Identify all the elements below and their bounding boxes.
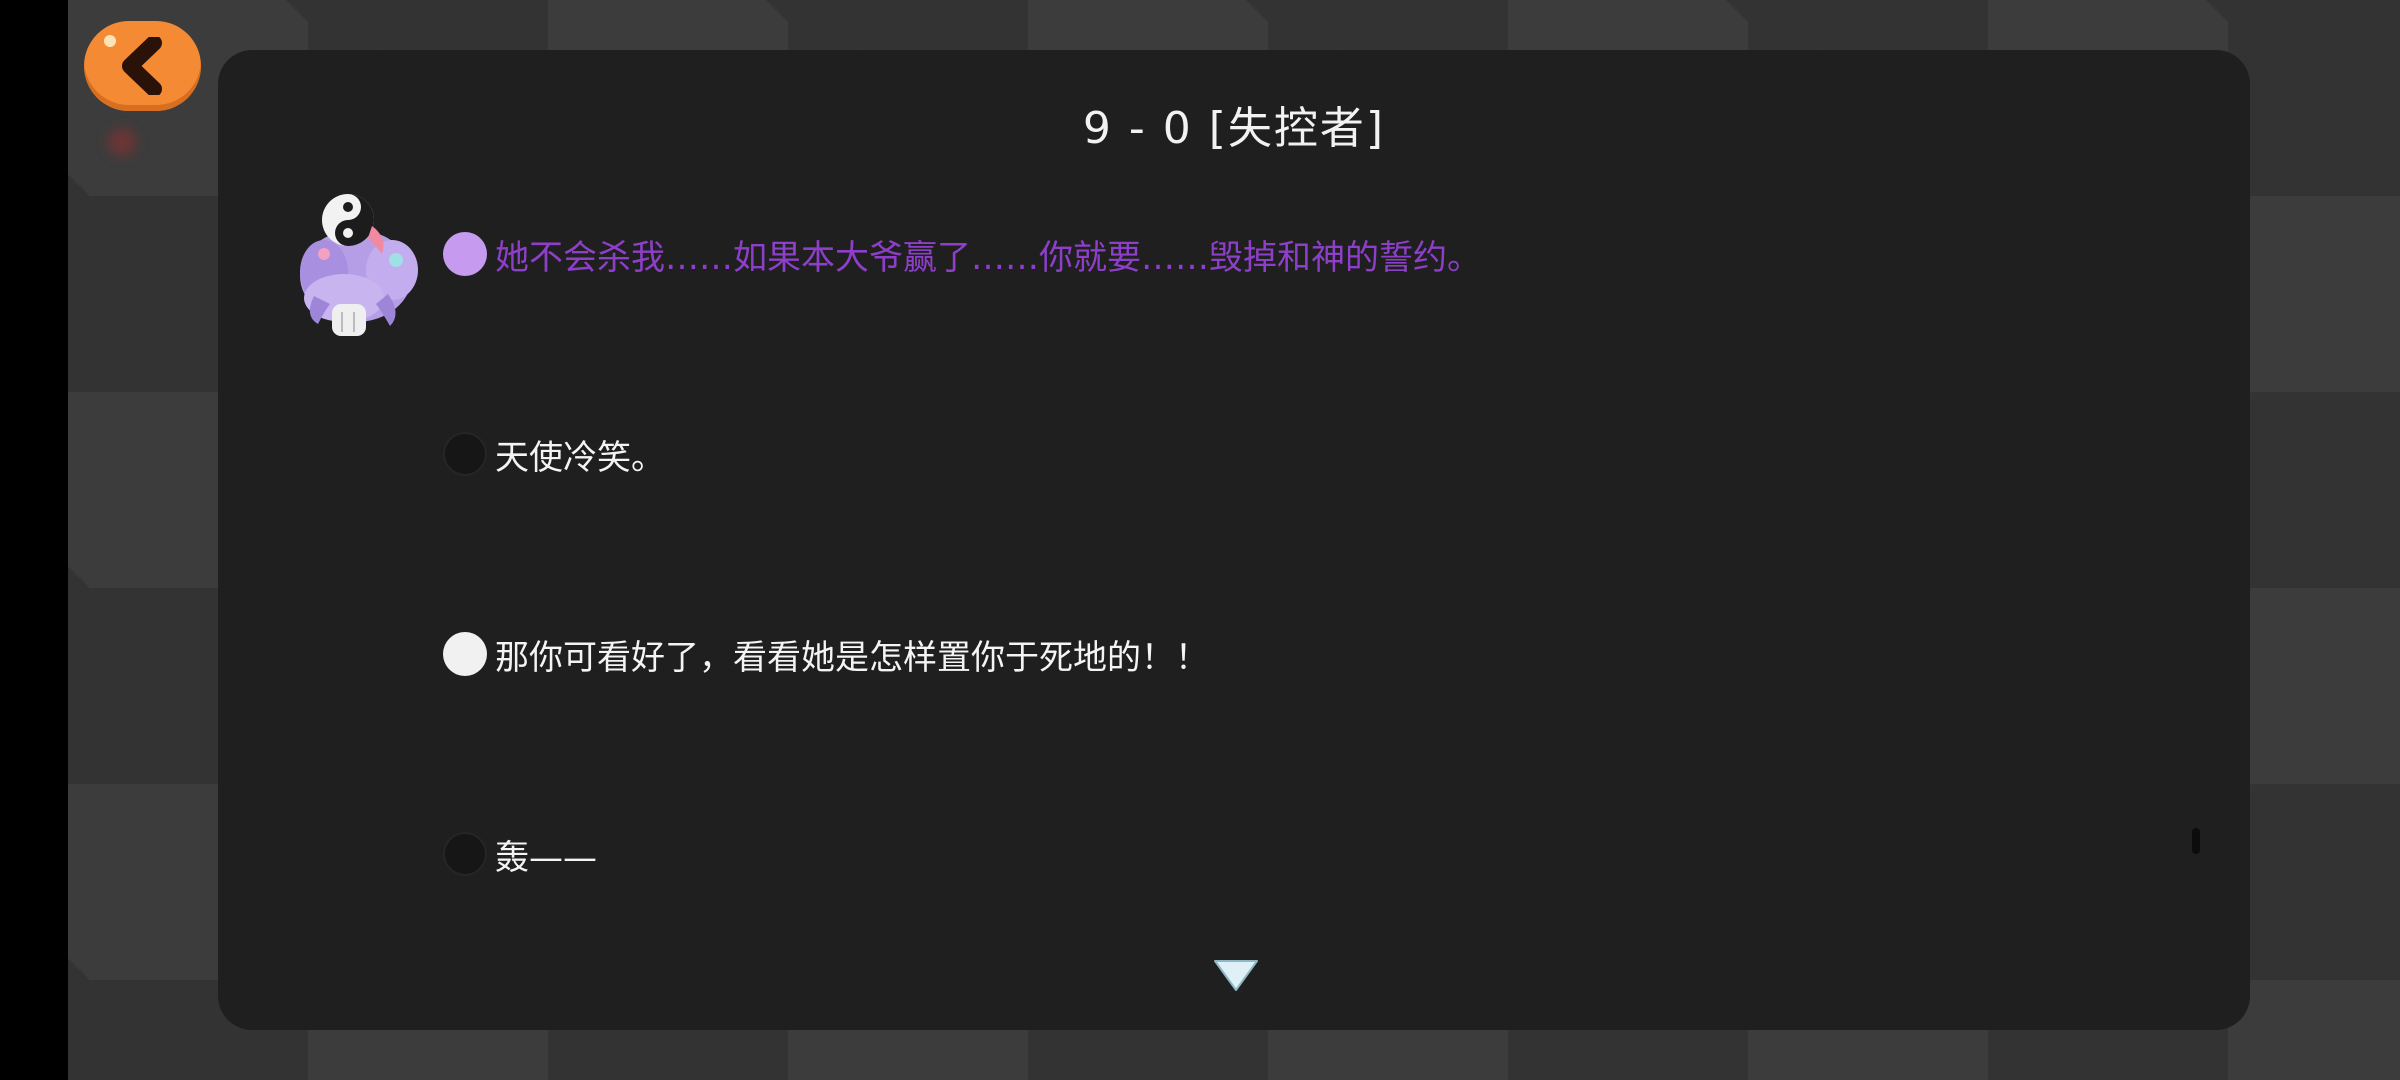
dialogue-text: 那你可看好了，看看她是怎样置你于死地的！！ [495, 637, 1209, 678]
dialogue-text: 她不会杀我……如果本大爷赢了……你就要……毁掉和神的誓约。 [495, 237, 1481, 278]
dialogue-line-3[interactable]: 那你可看好了，看看她是怎样置你于死地的！！ [443, 629, 1209, 679]
dialogue-text: 轰—— [495, 837, 597, 878]
speaker-dot-narration [443, 432, 487, 476]
dialogue-line-1[interactable]: 她不会杀我……如果本大爷赢了……你就要……毁掉和神的誓约。 [443, 229, 1481, 279]
speaker-dot-white [443, 632, 487, 676]
back-glow [108, 128, 136, 156]
dialogue-line-4[interactable]: 轰—— [443, 829, 597, 879]
stage-title: 9 - 0 [失控者] [1082, 103, 1386, 154]
dialogue-text: 天使冷笑。 [495, 437, 665, 478]
speaker-dot-purple [443, 232, 487, 276]
game-screen: 9 - 0 [失控者] 她不会杀我……如果本大爷赢了……你就要……毁掉和神的誓约… [0, 0, 2400, 1080]
dialogue-panel [218, 50, 2250, 1030]
left-edge-bar [0, 0, 68, 1080]
scrollbar-thumb[interactable] [2192, 828, 2200, 854]
triangle-down-icon[interactable] [1210, 955, 1262, 995]
chevron-left-icon [122, 37, 162, 95]
back-button[interactable] [84, 21, 201, 111]
speaker-dot-narration [443, 832, 487, 876]
dialogue-line-2[interactable]: 天使冷笑。 [443, 429, 665, 479]
speaker-avatar [300, 194, 418, 336]
